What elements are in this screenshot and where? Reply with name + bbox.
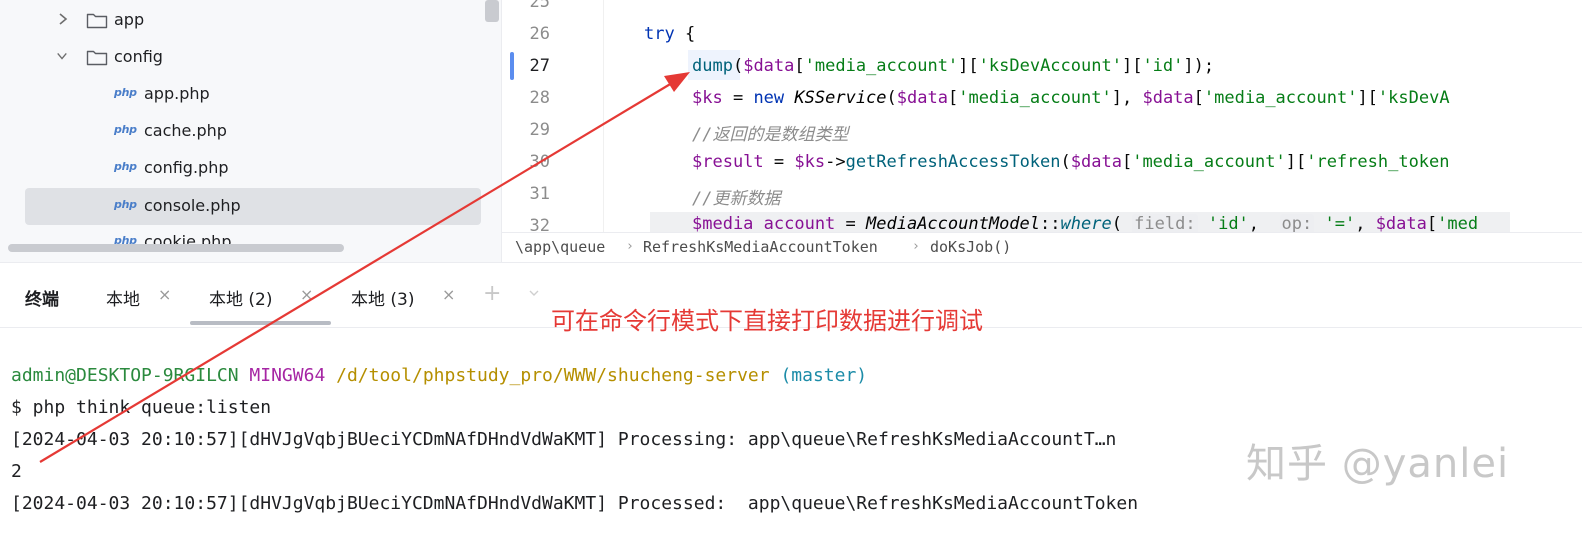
chevron-down-icon[interactable] [529, 288, 539, 298]
terminal-output-line: [2024-04-03 20:10:57][dHVJgVqbjBUeciYCDm… [11, 493, 1139, 514]
terminal-output-line: [2024-04-03 20:10:57][dHVJgVqbjBUeciYCDm… [11, 429, 1117, 450]
php-file-icon: php [114, 198, 137, 211]
terminal-command: $ php think queue:listen [11, 397, 272, 418]
code-line-30: $result = $ks->getRefreshAccessToken($da… [692, 152, 1450, 172]
tree-item-label: cache.php [144, 121, 227, 140]
tree-item-cookie-php[interactable]: php cookie.php [0, 224, 501, 261]
prompt-user: admin@DESKTOP-9RGILCN [11, 365, 239, 386]
tree-vertical-scrollbar[interactable] [485, 0, 499, 22]
annotation-text: 可在命令行模式下直接打印数据进行调试 [551, 307, 983, 335]
breadcrumb: \app\queue › RefreshKsMediaAccountToken … [502, 232, 1582, 262]
tree-item-label: app.php [144, 84, 210, 103]
line-number: 26 [529, 24, 550, 44]
code-editor[interactable]: 25 26 27 28 29 30 31 32 try { dump($data… [501, 0, 1582, 262]
line-number: 29 [529, 120, 550, 140]
tree-item-config-php[interactable]: php config.php [0, 150, 501, 187]
tree-item-cache-php[interactable]: php cache.php [0, 113, 501, 150]
code-line-27: dump($data['media_account']['ksDevAccoun… [692, 56, 1215, 76]
prompt-path: /d/tool/phpstudy_pro/WWW/shucheng-server [336, 365, 770, 386]
php-file-icon: php [114, 160, 137, 173]
breadcrumb-separator: › [626, 239, 634, 254]
line-number: 31 [529, 184, 550, 204]
close-icon[interactable]: × [158, 285, 171, 304]
prompt-shell: MINGW64 [249, 365, 326, 386]
line-number: 25 [529, 0, 550, 12]
project-tree: app config php app.php php cache.php php… [0, 0, 501, 262]
tree-item-app-folder[interactable]: app [0, 2, 501, 39]
close-icon[interactable]: × [442, 285, 455, 304]
current-line-marker [510, 52, 514, 80]
chevron-down-icon[interactable] [56, 49, 68, 63]
active-tab-indicator [190, 321, 331, 325]
code-line-29: //返回的是数组类型 [692, 125, 849, 145]
add-tab-icon[interactable]: + [483, 281, 501, 306]
line-number-gutter: 25 26 27 28 29 30 31 32 [502, 0, 602, 236]
folder-icon [86, 50, 108, 66]
watermark: 知乎 @yanlei [1246, 441, 1510, 487]
tree-item-console-php[interactable]: php console.php [25, 188, 481, 225]
code-line-31: //更新数据 [692, 189, 781, 209]
chevron-right-icon[interactable] [57, 12, 69, 26]
tree-item-config-folder[interactable]: config [0, 39, 501, 76]
prompt-branch: (master) [780, 365, 868, 386]
tree-item-label: config [114, 47, 163, 66]
terminal-output-line: 2 [11, 461, 22, 482]
tab-local-1[interactable]: 本地 [106, 285, 140, 310]
php-file-icon: php [114, 86, 137, 99]
folder-icon [86, 13, 108, 29]
breadcrumb-item[interactable]: doKsJob() [930, 238, 1011, 256]
tab-local-2[interactable]: 本地 (2) [209, 285, 272, 310]
close-icon[interactable]: × [300, 285, 313, 304]
terminal-prompt: admin@DESKTOP-9RGILCN MINGW64 /d/tool/ph… [11, 365, 867, 386]
code-line-26: try { [644, 24, 696, 44]
terminal-panel[interactable]: 终端 本地 × 本地 (2) × 本地 (3) × + 可在命令行模式下直接打印… [0, 262, 1582, 533]
tree-item-label: config.php [144, 158, 229, 177]
code-line-32: $media_account = MediaAccountModel::wher… [692, 214, 1479, 234]
php-file-icon: php [114, 123, 137, 136]
terminal-title: 终端 [25, 290, 59, 310]
breadcrumb-item[interactable]: RefreshKsMediaAccountToken [643, 238, 878, 256]
code-line-28: $ks = new KSService($data['media_account… [692, 88, 1450, 108]
tab-local-3[interactable]: 本地 (3) [351, 285, 414, 310]
tree-horizontal-scrollbar[interactable] [8, 244, 344, 252]
gutter-separator [603, 0, 604, 232]
tree-item-app-php[interactable]: php app.php [0, 76, 501, 113]
breadcrumb-item[interactable]: \app\queue [515, 238, 605, 256]
tree-item-label: app [114, 10, 145, 29]
breadcrumb-separator: › [912, 239, 920, 254]
tree-item-label: console.php [144, 196, 241, 215]
terminal-tab-bar: 终端 本地 × 本地 (2) × 本地 (3) × + 可在命令行模式下直接打印… [0, 263, 1582, 335]
line-number: 30 [529, 152, 550, 172]
line-number: 28 [529, 88, 550, 108]
